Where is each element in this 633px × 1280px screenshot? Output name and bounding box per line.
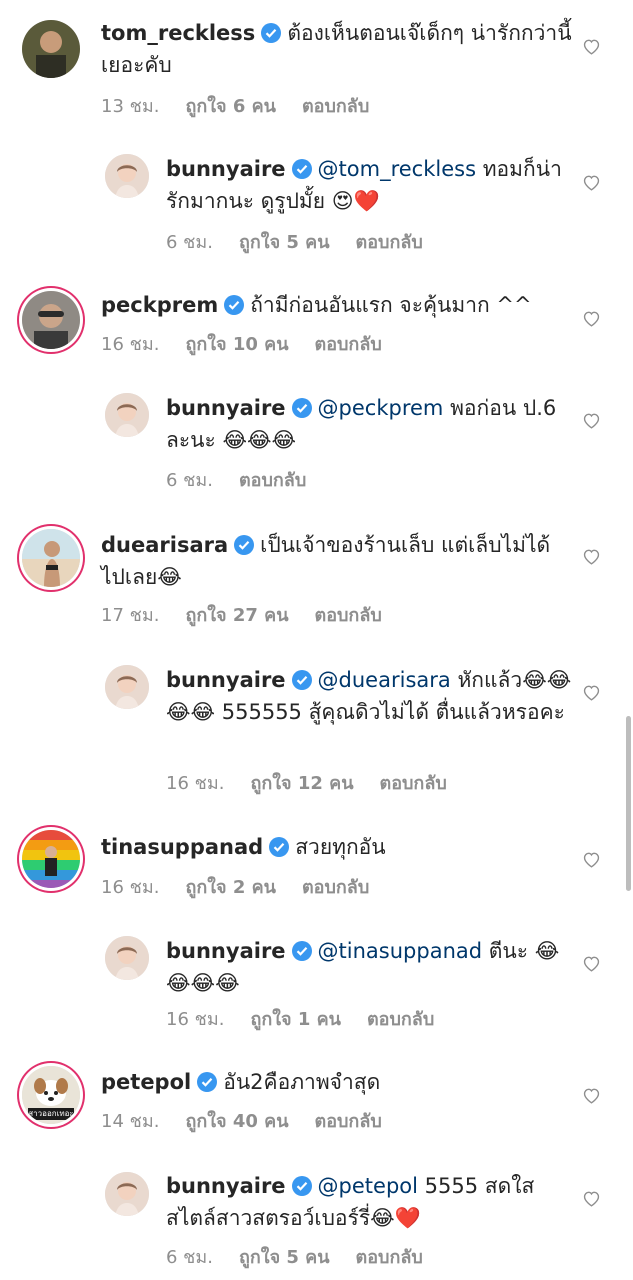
verified-badge-icon [291,670,312,690]
username[interactable]: duearisara [101,533,228,557]
avatar-duearisara[interactable] [22,529,80,587]
mention-link[interactable]: @peckprem [318,396,444,420]
username[interactable]: peckprem [101,293,218,317]
mention-link[interactable]: @duearisara [318,668,451,692]
comment-meta: 16 ชม. ถูกใจ 1 คน ตอบกลับ [166,1004,460,1033]
verified-badge-icon [234,535,255,555]
like-count[interactable]: ถูกใจ 2 คน [185,877,276,898]
heart-outline-icon[interactable] [582,1087,601,1104]
verified-badge-icon [269,837,290,857]
avatar-bunnyaire[interactable] [105,1172,149,1216]
reply-button[interactable]: ตอบกลับ [302,877,369,898]
username[interactable]: bunnyaire [166,1174,286,1198]
timestamp: 16 ชม. [166,1009,225,1030]
comment-text: tom_reckless ต้องเห็นตอนเจ๊เด็กๆ น่ารักกว… [101,17,573,81]
reply-button[interactable]: ตอบกลับ [315,334,382,355]
like-count[interactable]: ถูกใจ 27 คน [185,605,288,626]
like-count[interactable]: ถูกใจ 5 คน [239,1247,330,1268]
username[interactable]: bunnyaire [166,396,286,420]
comment-text: duearisara เป็นเจ้าของร้านเล็บ แต่เล็บไม่… [101,529,573,593]
scrollbar[interactable] [626,716,631,891]
comment-text: bunnyaire @tinasuppanad ตีนะ 😂😂😂😂 [166,935,573,999]
verified-badge-icon [291,159,312,179]
timestamp: 6 ชม. [166,232,213,253]
reply-button[interactable]: ตอบกลับ [239,470,306,491]
username[interactable]: bunnyaire [166,157,286,181]
like-count[interactable]: ถูกใจ 12 คน [250,773,353,794]
avatar-tom-reckless[interactable] [22,20,80,78]
heart-outline-icon[interactable] [582,412,601,429]
comment-text: bunnyaire @tom_reckless ทอมก็น่ารักมากนะ … [166,153,573,217]
comment-body: อัน2คือภาพจำสุด [223,1070,381,1094]
like-count[interactable]: ถูกใจ 10 คน [185,334,288,355]
heart-outline-icon[interactable] [582,174,601,191]
username[interactable]: tom_reckless [101,21,255,45]
reply-button[interactable]: ตอบกลับ [367,1009,434,1030]
comment-meta: 6 ชม. ตอบกลับ [166,465,332,494]
heart-outline-icon[interactable] [582,1190,601,1207]
avatar-bunnyaire[interactable] [105,393,149,437]
comment-text: tinasuppanad สวยทุกอัน [101,831,573,863]
comment-meta: 17 ชม. ถูกใจ 27 คน ตอบกลับ [101,600,408,629]
heart-outline-icon[interactable] [582,955,601,972]
username[interactable]: bunnyaire [166,668,286,692]
timestamp: 14 ชม. [101,1111,160,1132]
verified-badge-icon [291,941,312,961]
reply-button[interactable]: ตอบกลับ [356,1247,423,1268]
comment-text: bunnyaire @petepol 5555 สดใสสไตล์สาวสตรอว… [166,1170,573,1234]
timestamp: 16 ชม. [101,334,160,355]
verified-badge-icon [261,23,282,43]
comment-body: ถ้ามีก่อนอันแรก จะคุ้นมาก ^^ [250,293,532,317]
heart-outline-icon[interactable] [582,310,601,327]
comment-meta: 16 ชม. ถูกใจ 2 คน ตอบกลับ [101,872,395,901]
comment-body: สวยทุกอัน [295,835,386,859]
timestamp: 16 ชม. [101,877,160,898]
avatar-bunnyaire[interactable] [105,936,149,980]
heart-outline-icon[interactable] [582,851,601,868]
comment-meta: 16 ชม. ถูกใจ 10 คน ตอบกลับ [101,329,408,358]
comment-meta: 13 ชม. ถูกใจ 6 คน ตอบกลับ [101,91,395,120]
like-count[interactable]: ถูกใจ 5 คน [239,232,330,253]
username[interactable]: petepol [101,1070,191,1094]
comment-text: petepol อัน2คือภาพจำสุด [101,1066,573,1098]
mention-link[interactable]: @tinasuppanad [318,939,483,963]
mention-link[interactable]: @tom_reckless [318,157,476,181]
like-count[interactable]: ถูกใจ 6 คน [185,96,276,117]
heart-outline-icon[interactable] [582,38,601,55]
reply-button[interactable]: ตอบกลับ [315,605,382,626]
comment-text: bunnyaire @duearisara หักแล้ว😂😂😂😂 555555 … [166,664,573,728]
avatar-bunnyaire[interactable] [105,665,149,709]
comment-text: bunnyaire @peckprem พอก่อน ป.6 ละนะ 😂😂😂 [166,392,573,456]
avatar-petepol[interactable]: สาวออกเทอะ [22,1066,80,1124]
mention-link[interactable]: @petepol [318,1174,418,1198]
username[interactable]: bunnyaire [166,939,286,963]
avatar-peckprem[interactable] [22,291,80,349]
heart-outline-icon[interactable] [582,548,601,565]
timestamp: 13 ชม. [101,96,160,117]
comment-meta: 16 ชม. ถูกใจ 12 คน ตอบกลับ [166,768,473,797]
timestamp: 16 ชม. [166,773,225,794]
timestamp: 17 ชม. [101,605,160,626]
comment-meta: 14 ชม. ถูกใจ 40 คน ตอบกลับ [101,1106,408,1135]
username[interactable]: tinasuppanad [101,835,263,859]
comment-meta: 6 ชม. ถูกใจ 5 คน ตอบกลับ [166,1242,449,1271]
verified-badge-icon [197,1072,218,1092]
verified-badge-icon [224,295,245,315]
timestamp: 6 ชม. [166,470,213,491]
like-count[interactable]: ถูกใจ 40 คน [185,1111,288,1132]
comment-meta: 6 ชม. ถูกใจ 5 คน ตอบกลับ [166,227,449,256]
reply-button[interactable]: ตอบกลับ [315,1111,382,1132]
avatar-bunnyaire[interactable] [105,154,149,198]
heart-outline-icon[interactable] [582,684,601,701]
reply-button[interactable]: ตอบกลับ [302,96,369,117]
comment-text: peckprem ถ้ามีก่อนอันแรก จะคุ้นมาก ^^ [101,289,573,321]
avatar-caption: สาวออกเทอะ [28,1109,74,1118]
verified-badge-icon [291,398,312,418]
verified-badge-icon [291,1176,312,1196]
reply-button[interactable]: ตอบกลับ [356,232,423,253]
avatar-tinasuppanad[interactable] [22,830,80,888]
reply-button[interactable]: ตอบกลับ [380,773,447,794]
like-count[interactable]: ถูกใจ 1 คน [250,1009,341,1030]
timestamp: 6 ชม. [166,1247,213,1268]
